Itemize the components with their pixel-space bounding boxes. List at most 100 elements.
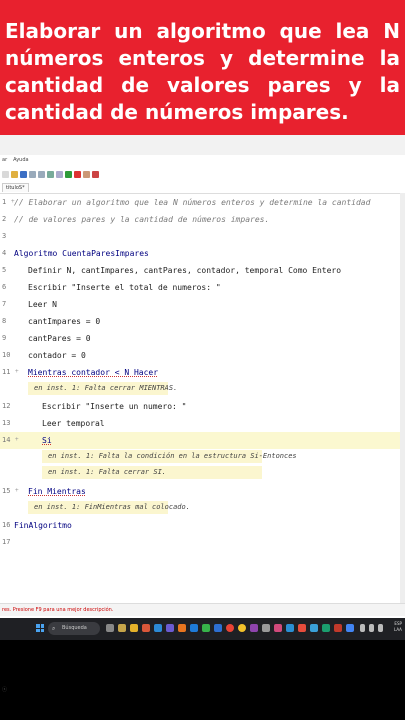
code-text: Leer temporal	[42, 419, 105, 428]
app-icon[interactable]	[274, 624, 282, 632]
code-editor[interactable]: 1 + // Elaborar un algoritmo que lea N n…	[0, 193, 405, 604]
app-icon[interactable]	[310, 624, 318, 632]
line-number: 13	[2, 419, 11, 427]
code-line: 8 cantImpares = 0	[0, 313, 405, 330]
app-icon[interactable]	[298, 624, 306, 632]
code-text: Escribir "Inserte un numero: "	[42, 402, 187, 411]
error-annotation: en inst. 1: FinMientras mal colocado.	[28, 501, 190, 514]
app-icon[interactable]	[214, 624, 222, 632]
flowchart-icon[interactable]	[83, 170, 90, 178]
fold-marker[interactable]: +	[15, 487, 19, 494]
menu-item-help[interactable]: Ayuda	[13, 157, 28, 167]
code-line: 15 + Fin Mientras	[0, 483, 405, 500]
code-text: Si	[42, 436, 52, 445]
search-icon: ⌕	[52, 625, 56, 632]
code-line: 12 Escribir "Inserte un numero: "	[0, 398, 405, 415]
taskbar-search[interactable]: ⌕ Búsqueda	[48, 622, 100, 635]
vertical-scrollbar[interactable]	[400, 193, 405, 603]
code-line: 9 cantPares = 0	[0, 330, 405, 347]
app-icon[interactable]	[322, 624, 330, 632]
app-icon[interactable]	[346, 624, 354, 632]
code-line: 14 + Si	[0, 432, 405, 449]
taskbar-clock[interactable]: ESP LAA	[394, 621, 402, 633]
menu-item-ar[interactable]: ar	[2, 157, 7, 167]
title-banner: Elaborar un algoritmo que lea N números …	[0, 0, 405, 135]
code-line: 11 + Mientras contador < N Hacer	[0, 364, 405, 381]
status-text: res. Presione F9 para una mejor descripc…	[2, 607, 114, 613]
file-tab[interactable]: tituloS*	[2, 183, 29, 192]
code-text: Mientras contador < N Hacer	[28, 368, 159, 377]
app-icon[interactable]	[262, 624, 270, 632]
new-file-icon[interactable]	[2, 170, 9, 178]
file-explorer-icon[interactable]	[130, 624, 138, 632]
code-text: Leer N	[28, 300, 57, 309]
wifi-icon[interactable]	[369, 624, 374, 632]
line-number: 8	[2, 317, 7, 325]
code-line: 5 Definir N, cantImpares, cantPares, con…	[0, 262, 405, 279]
app-icon[interactable]	[334, 624, 342, 632]
task-view-icon[interactable]	[106, 624, 114, 632]
line-number: 2	[2, 215, 7, 223]
line-number: 12	[2, 402, 11, 410]
app-icon[interactable]	[250, 624, 258, 632]
desktop-strip	[0, 135, 405, 155]
language-indicator-sub: LAA	[394, 627, 402, 632]
step-icon[interactable]	[74, 170, 81, 178]
black-background	[0, 640, 405, 720]
line-number: 16	[2, 521, 11, 529]
windows-start-icon[interactable]	[36, 624, 44, 632]
run-icon[interactable]	[65, 170, 72, 178]
line-number: 17	[2, 538, 11, 546]
banner-title: Elaborar un algoritmo que lea N números …	[5, 19, 400, 124]
app-icon[interactable]	[178, 624, 186, 632]
find-icon[interactable]	[47, 170, 54, 178]
app-icon[interactable]	[154, 624, 162, 632]
code-text: contador = 0	[28, 351, 86, 360]
code-line: 17	[0, 534, 405, 551]
line-number: 7	[2, 300, 7, 308]
code-text: Definir N, cantImpares, cantPares, conta…	[28, 266, 342, 275]
line-number: 14	[2, 436, 11, 444]
code-text: cantPares = 0	[28, 334, 91, 343]
code-line: 6 Escribir "Inserte el total de numeros:…	[0, 279, 405, 296]
code-line: 16 FinAlgoritmo	[0, 517, 405, 534]
app-icon[interactable]	[190, 624, 198, 632]
app-icon[interactable]	[238, 624, 246, 632]
code-text: // de valores pares y la cantidad de núm…	[14, 215, 270, 224]
line-number: 5	[2, 266, 7, 274]
chrome-icon[interactable]	[226, 624, 234, 632]
code-text: FinAlgoritmo	[14, 521, 72, 530]
system-tray-icon[interactable]	[360, 624, 365, 632]
code-line: 3	[0, 228, 405, 245]
line-number: 3	[2, 232, 7, 240]
status-bar: res. Presione F9 para una mejor descripc…	[0, 603, 405, 616]
code-text: Fin Mientras	[28, 487, 86, 496]
app-icon[interactable]	[202, 624, 210, 632]
search-label: Búsqueda	[62, 625, 87, 631]
volume-icon[interactable]	[378, 624, 383, 632]
code-line: 4 Algoritmo CuentaParesImpares	[0, 245, 405, 262]
help-icon[interactable]	[92, 170, 99, 178]
undo-icon[interactable]	[29, 170, 36, 178]
line-number: 6	[2, 283, 7, 291]
app-icon[interactable]	[142, 624, 150, 632]
save-icon[interactable]	[20, 170, 27, 178]
line-number: 15	[2, 487, 11, 495]
line-number: 4	[2, 249, 7, 257]
fold-marker[interactable]: +	[15, 368, 19, 375]
app-icon[interactable]	[118, 624, 126, 632]
open-icon[interactable]	[11, 170, 18, 178]
app-icon[interactable]	[166, 624, 174, 632]
code-line: 13 Leer temporal	[0, 415, 405, 432]
line-number: 10	[2, 351, 11, 359]
code-line: 10 contador = 0	[0, 347, 405, 364]
indent-icon[interactable]	[56, 170, 63, 178]
app-icon[interactable]	[286, 624, 294, 632]
error-annotation: en inst. 1: Falta la condición en la est…	[42, 450, 297, 463]
menubar: ar Ayuda	[0, 157, 29, 167]
code-text: Escribir "Inserte el total de numeros: "	[28, 283, 221, 292]
code-line: 1 + // Elaborar un algoritmo que lea N n…	[0, 194, 405, 211]
code-text: cantImpares = 0	[28, 317, 101, 326]
fold-marker[interactable]: +	[15, 436, 19, 443]
redo-icon[interactable]	[38, 170, 45, 178]
